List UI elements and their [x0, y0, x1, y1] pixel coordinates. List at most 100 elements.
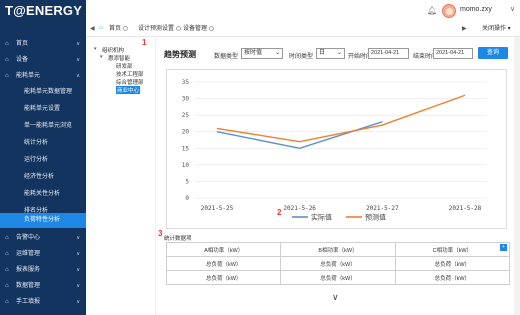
query-button[interactable]: 查询	[478, 47, 508, 59]
energy-icon: ⌂	[5, 73, 9, 79]
sidebar-item-data[interactable]: ⌂ 数据管理 ∨	[0, 279, 86, 293]
tab-forecast-settings[interactable]: 设计预测设置	[138, 24, 182, 35]
series-line	[216, 121, 383, 150]
table-row: A相功率（kW） B相功率（kW） C相功率（kW） +	[165, 242, 511, 257]
tab-device-management[interactable]: 设备管理	[183, 24, 215, 35]
scrollbar[interactable]	[514, 37, 520, 315]
bell-icon[interactable]: 🔔︎	[427, 6, 437, 15]
tree-leaf[interactable]: 技术工程部	[116, 70, 144, 78]
tab-label: 首页	[109, 26, 122, 32]
table-header-cell: B相功率（kW）	[280, 242, 396, 257]
table-cell: 总负荷（kW）	[394, 256, 511, 271]
sidebar-item-label: 报表服务	[16, 267, 41, 273]
period-type-select[interactable]: 日 ⌄	[316, 48, 345, 59]
sidebar-subitem[interactable]: 统计分析	[0, 136, 86, 150]
y-tick-label: 5	[185, 178, 189, 185]
tree-leaf-selected[interactable]: 商业中心	[116, 86, 141, 94]
sidebar-item-label: 数据管理	[16, 283, 41, 289]
sidebar-subitem[interactable]: 运行分析	[0, 153, 86, 167]
data-type-select[interactable]: 按时值 ⌄	[241, 48, 283, 59]
tree-toggle-icon[interactable]: ▾	[94, 46, 97, 52]
annotation-marker: 1	[142, 38, 147, 47]
table-cell: 总负荷（kW）	[280, 270, 396, 285]
manual-icon: ⌂	[5, 299, 9, 305]
table-header-cell: C相功率（kW） +	[394, 242, 511, 257]
sidebar-subitem[interactable]: 单一能耗单元浏览	[0, 119, 86, 133]
trend-chart: 0 5 10 15 20 25 30 35 2021-5-25 2021-5-26 2021-5-2…	[166, 69, 507, 229]
username[interactable]: momo.zxy	[460, 6, 492, 13]
tree-leaf[interactable]: 研发部	[116, 62, 133, 70]
add-column-button[interactable]: +	[500, 244, 507, 251]
sidebar-item-home[interactable]: ⌂ 首页 ∨	[0, 37, 86, 51]
tab-scroll-right-icon[interactable]: ▶	[462, 25, 467, 32]
sidebar-item-manual[interactable]: ⌂ 手工填报 ∨	[0, 295, 86, 309]
stats-table: A相功率（kW） B相功率（kW） C相功率（kW） + 总负荷（kW） 总负荷（…	[165, 242, 511, 285]
sidebar-item-label: 告警中心	[16, 235, 41, 241]
x-tick-label: 2021-5-27	[366, 205, 399, 212]
table-cell: 总负荷（kW）	[280, 256, 396, 271]
x-tick-label: 2021-5-26	[283, 205, 316, 212]
ops-icon: ⌂	[5, 251, 9, 257]
sidebar-item-reports[interactable]: ⌂ 报表服务 ∨	[0, 263, 86, 277]
avatar[interactable]	[442, 4, 456, 18]
chevron-up-icon: ∧	[76, 73, 80, 79]
legend-label: 预测值	[365, 213, 386, 222]
tab-scroll-left-icon[interactable]: ◀	[90, 25, 95, 32]
table-cell: 总负荷（kW）	[394, 270, 511, 285]
sidebar-subitem-active[interactable]: 负荷特性分析	[0, 213, 86, 228]
tab-label: 设计预测设置	[138, 26, 175, 32]
start-time-input[interactable]: 2021-04-21	[368, 48, 409, 59]
home-icon[interactable]: ⌂	[99, 25, 103, 31]
sidebar-subitem[interactable]: 能耗单元设置	[0, 102, 86, 116]
close-icon[interactable]	[209, 25, 215, 31]
tree-node[interactable]: 惠添智能	[108, 54, 130, 62]
trend-chart-svg: 0 5 10 15 20 25 30 35 2021-5-25 2021-5-26 2021-5-2…	[182, 79, 487, 222]
tree-node-root[interactable]: 组织机构	[102, 46, 124, 54]
sidebar-item-devices[interactable]: ⌂ 设备 ∨	[0, 53, 86, 67]
close-operations-menu[interactable]: 关闭操作 ▾	[482, 24, 511, 35]
sidebar-subitem[interactable]: 能耗关性分析	[0, 187, 86, 201]
sidebar-item-energy-unit[interactable]: ⌂ 能耗单元 ∧	[0, 69, 86, 83]
page-title: 趋势预测	[164, 50, 196, 59]
y-tick-label: 20	[182, 129, 190, 136]
end-time-input[interactable]: 2021-04-21	[433, 48, 473, 59]
sidebar-item-label: 设备	[16, 57, 29, 63]
expand-chevron-icon[interactable]: ∨	[332, 292, 339, 303]
close-icon[interactable]	[176, 25, 182, 31]
device-icon: ⌂	[5, 57, 9, 63]
app-logo: T@ENERGY	[0, 0, 86, 22]
y-tick-label: 25	[182, 112, 190, 119]
y-tick-label: 30	[182, 96, 190, 103]
tab-home[interactable]: 首页	[109, 24, 129, 35]
tab-bar: ◀ ⌂ 首页 设计预测设置 设备管理 ▶ 关闭操作 ▾	[86, 22, 520, 37]
chevron-down-icon: ∨	[76, 41, 80, 47]
top-bar: 🔔︎ momo.zxy ∨	[86, 0, 520, 22]
tree-leaf[interactable]: 综合管理部	[116, 78, 144, 86]
annotation-marker: 2	[277, 208, 282, 217]
x-tick-label: 2021-5-25	[201, 205, 234, 212]
alarm-icon: ⌂	[5, 235, 9, 241]
sidebar-item-ops[interactable]: ⌂ 运维管理 ∨	[0, 247, 86, 261]
select-value: 日	[319, 50, 326, 56]
chevron-down-icon: ∨	[76, 251, 80, 257]
sidebar-item-label: 手工填报	[16, 299, 41, 305]
chevron-down-icon[interactable]: ∨	[510, 5, 515, 13]
cell-text: C相功率（kW）	[432, 247, 473, 254]
chevron-down-icon: ∨	[76, 57, 80, 63]
sidebar-item-label: 首页	[16, 41, 29, 47]
sidebar-item-label: 运维管理	[16, 251, 41, 257]
y-tick-label: 10	[182, 162, 190, 169]
org-tree: 1 ▾ 组织机构 ▾ 惠添智能 研发部 技术工程部 综合管理部 商业中心	[86, 37, 156, 315]
report-icon: ⌂	[5, 267, 9, 273]
sidebar-subitem[interactable]: 经济性分析	[0, 170, 86, 184]
table-cell: 总负荷（kW）	[165, 256, 282, 271]
tree-toggle-icon[interactable]: ▾	[100, 54, 103, 60]
sidebar-subitem[interactable]: 能耗单元数据管理	[0, 85, 86, 99]
x-tick-label: 2021-5-28	[449, 205, 482, 212]
avatar-face	[446, 8, 453, 15]
chevron-down-icon: ⌄	[336, 50, 342, 56]
table-row: 总负荷（kW） 总负荷（kW） 总负荷（kW）	[165, 270, 511, 285]
close-icon[interactable]	[123, 25, 129, 31]
y-tick-label: 0	[185, 195, 189, 202]
sidebar-item-alarm[interactable]: ⌂ 告警中心 ∨	[0, 231, 86, 245]
